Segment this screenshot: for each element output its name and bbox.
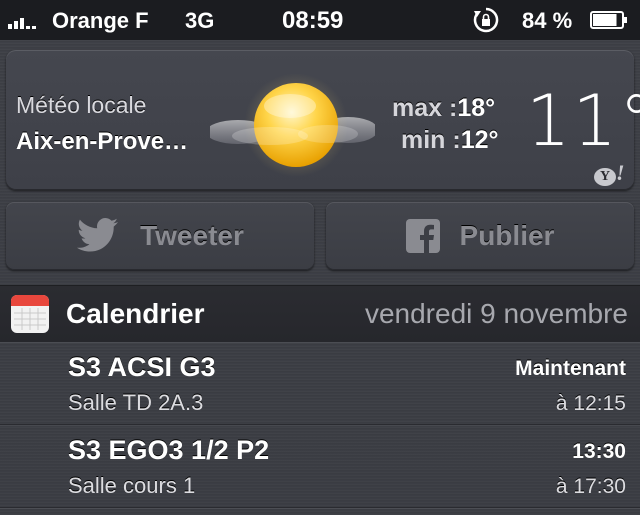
calendar-header: Calendrier vendredi 9 novembre bbox=[0, 286, 640, 342]
status-time: 08:59 bbox=[282, 7, 344, 34]
calendar-event[interactable]: S3 ACSI G3 Salle TD 2A.3 Maintenant à 12… bbox=[0, 342, 640, 425]
twitter-bird-icon bbox=[76, 218, 120, 254]
rotation-lock-icon bbox=[473, 7, 499, 33]
carrier-name: Orange F bbox=[52, 8, 149, 33]
event-start-time: Maintenant bbox=[515, 357, 626, 380]
calendar-icon bbox=[11, 295, 49, 333]
weather-min-value: 12° bbox=[460, 126, 499, 154]
weather-max: max :18° bbox=[392, 94, 496, 122]
weather-max-value: 18° bbox=[457, 94, 496, 122]
event-title: S3 ACSI G3 bbox=[68, 352, 216, 382]
calendar-title: Calendrier bbox=[66, 298, 205, 329]
weather-city: Aix-en-Prove… bbox=[16, 128, 189, 155]
event-start-time: 13:30 bbox=[572, 440, 626, 463]
calendar-date: vendredi 9 novembre bbox=[364, 298, 628, 329]
event-end-time: à 17:30 bbox=[555, 475, 626, 498]
facebook-icon bbox=[405, 219, 440, 253]
facebook-publish-button[interactable]: Publier bbox=[326, 202, 634, 270]
event-title: S3 EGO3 1/2 P2 bbox=[68, 435, 270, 465]
event-end-time: à 12:15 bbox=[555, 392, 626, 415]
event-location: Salle cours 1 bbox=[68, 473, 196, 498]
network-type: 3G bbox=[185, 8, 215, 33]
tweet-button-label: Tweeter bbox=[140, 220, 244, 251]
event-location: Salle TD 2A.3 bbox=[68, 390, 204, 415]
current-temperature: 11° bbox=[526, 80, 640, 162]
battery-icon bbox=[590, 11, 627, 29]
facebook-publish-label: Publier bbox=[459, 220, 555, 251]
weather-min: min :12° bbox=[401, 126, 499, 154]
weather-widget[interactable]: Météo locale Aix-en-Prove… max :18° min … bbox=[6, 50, 640, 190]
battery-percent: 84 % bbox=[522, 8, 573, 33]
signal-strength-icon bbox=[8, 11, 36, 29]
partly-cloudy-sun-icon bbox=[210, 73, 375, 177]
status-bar: Orange F 3G 08:59 84 % bbox=[0, 0, 640, 40]
yahoo-icon: Y! bbox=[594, 160, 630, 186]
calendar-event[interactable]: S3 EGO3 1/2 P2 Salle cours 1 13:30 à 17:… bbox=[0, 425, 640, 508]
tweet-button[interactable]: Tweeter bbox=[6, 202, 314, 270]
weather-label: Météo locale bbox=[16, 92, 147, 118]
